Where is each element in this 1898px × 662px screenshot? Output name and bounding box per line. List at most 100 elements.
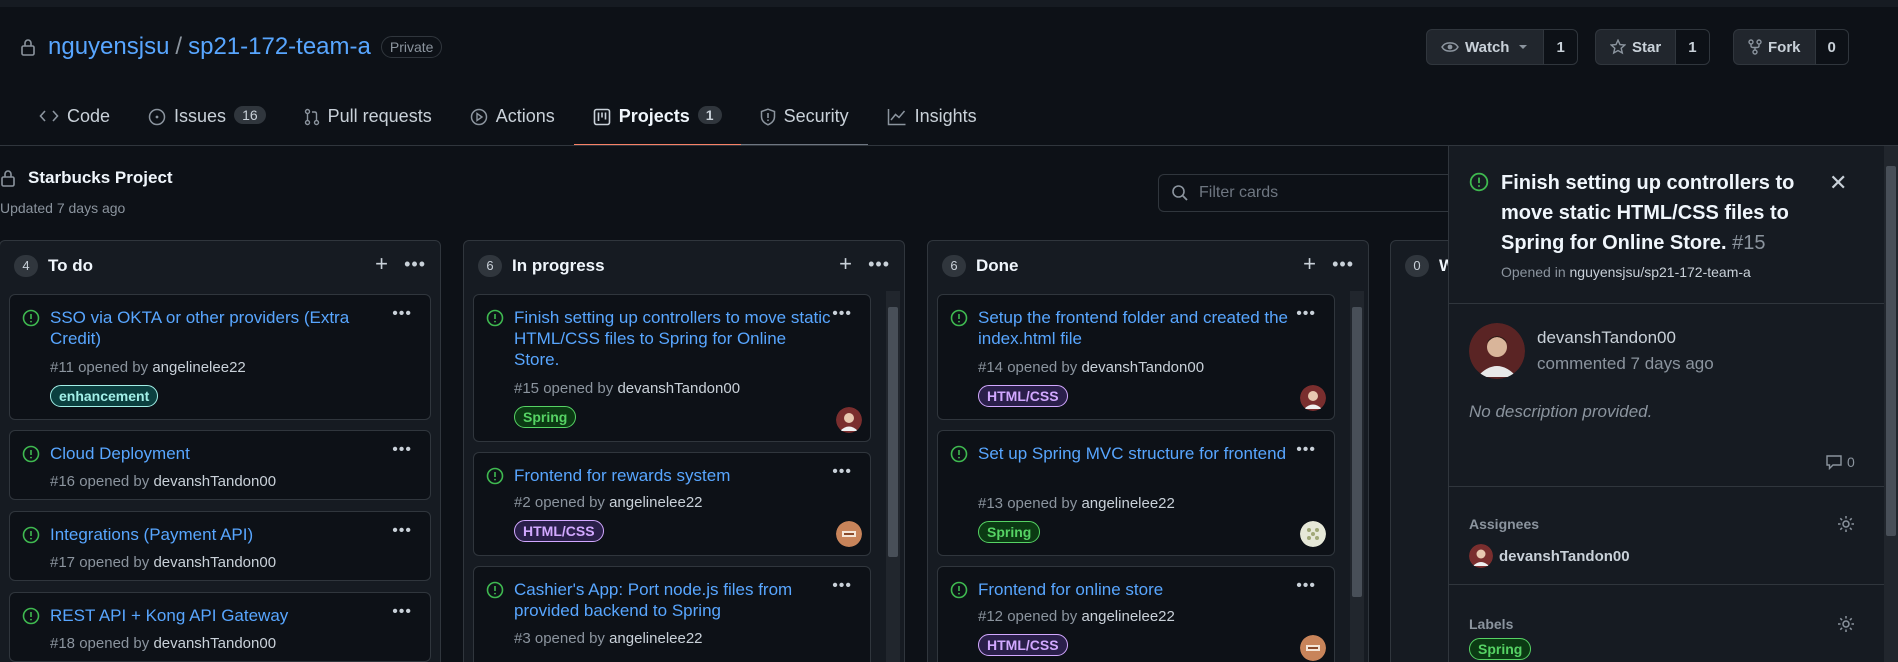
- scrollbar-thumb[interactable]: [888, 307, 898, 557]
- card-title[interactable]: Cloud Deployment: [50, 443, 190, 464]
- tab-code[interactable]: Code: [20, 96, 129, 146]
- card-author[interactable]: devanshTandon00: [153, 554, 276, 571]
- scrollbar-thumb[interactable]: [1352, 307, 1362, 597]
- projects-count-badge: 1: [697, 106, 722, 124]
- project-card[interactable]: SSO via OKTA or other providers (Extra C…: [9, 294, 431, 420]
- card-title[interactable]: REST API + Kong API Gateway: [50, 605, 288, 626]
- gear-icon[interactable]: [1837, 615, 1855, 633]
- card-title[interactable]: Setup the frontend folder and created th…: [978, 307, 1298, 349]
- add-card-icon[interactable]: +: [839, 253, 852, 275]
- card-meta: #17 opened by devanshTandon00: [50, 554, 276, 571]
- lock-icon: [21, 39, 35, 56]
- fork-button[interactable]: Fork: [1734, 30, 1815, 64]
- card-author[interactable]: angelinelee22: [1081, 495, 1174, 512]
- card-menu-icon[interactable]: •••: [832, 305, 852, 323]
- column-count: 0: [1405, 255, 1429, 277]
- issue-title[interactable]: Finish setting up controllers to move st…: [1501, 168, 1801, 258]
- label-badge[interactable]: Spring: [1469, 638, 1532, 660]
- card-title[interactable]: Frontend for online store: [978, 579, 1163, 600]
- card-author[interactable]: devanshTandon00: [153, 473, 276, 490]
- comment-author[interactable]: devanshTandon00: [1537, 328, 1676, 348]
- project-card[interactable]: Cashier's App: Port node.js files from p…: [473, 566, 871, 662]
- code-icon: [39, 110, 59, 122]
- card-menu-icon[interactable]: •••: [832, 463, 852, 481]
- comments-count[interactable]: 0: [1825, 454, 1855, 470]
- column-menu-icon[interactable]: •••: [868, 253, 890, 275]
- avatar[interactable]: [1300, 635, 1326, 661]
- gear-icon[interactable]: [1837, 515, 1855, 533]
- add-card-icon[interactable]: +: [375, 253, 388, 275]
- tab-insights[interactable]: Insights: [868, 96, 996, 146]
- column-menu-icon[interactable]: •••: [404, 253, 426, 275]
- project-card[interactable]: Frontend for rewards system ••• #2 opene…: [473, 452, 871, 556]
- card-title[interactable]: Integrations (Payment API): [50, 524, 253, 545]
- label-badge[interactable]: Spring: [514, 406, 577, 428]
- card-title[interactable]: Finish setting up controllers to move st…: [514, 307, 834, 370]
- label-badge[interactable]: Spring: [978, 521, 1041, 543]
- card-title[interactable]: Set up Spring MVC structure for frontend: [978, 443, 1298, 464]
- card-menu-icon[interactable]: •••: [1296, 441, 1316, 459]
- project-card[interactable]: Set up Spring MVC structure for frontend…: [937, 430, 1335, 556]
- watch-button[interactable]: Watch: [1427, 30, 1543, 64]
- card-author[interactable]: angelinelee22: [609, 630, 702, 647]
- label-badge[interactable]: HTML/CSS: [978, 634, 1068, 656]
- lock-icon: [1, 170, 15, 187]
- card-menu-icon[interactable]: •••: [392, 305, 412, 323]
- visibility-badge: Private: [380, 36, 443, 58]
- avatar[interactable]: [836, 407, 862, 433]
- add-card-icon[interactable]: +: [1303, 253, 1316, 275]
- card-author[interactable]: angelinelee22: [1081, 608, 1174, 625]
- assignee[interactable]: devanshTandon00: [1469, 544, 1630, 568]
- tab-pull-requests[interactable]: Pull requests: [285, 96, 451, 146]
- project-title: Starbucks Project: [0, 168, 173, 188]
- avatar[interactable]: [1300, 521, 1326, 547]
- tab-issues[interactable]: Issues 16: [129, 96, 285, 146]
- repo-name-link[interactable]: sp21-172-team-a: [188, 33, 371, 61]
- card-menu-icon[interactable]: •••: [392, 522, 412, 540]
- project-card[interactable]: Frontend for online store ••• #12 opened…: [937, 566, 1335, 662]
- card-title[interactable]: Cashier's App: Port node.js files from p…: [514, 579, 834, 621]
- column-scrollbar[interactable]: [1350, 291, 1364, 662]
- card-title[interactable]: Frontend for rewards system: [514, 465, 730, 486]
- column-menu-icon[interactable]: •••: [1332, 253, 1354, 275]
- filter-cards-input[interactable]: [1199, 184, 1419, 202]
- project-card[interactable]: Integrations (Payment API) ••• #17 opene…: [9, 511, 431, 581]
- label-badge[interactable]: HTML/CSS: [514, 520, 604, 542]
- card-author[interactable]: angelinelee22: [152, 359, 245, 376]
- project-card[interactable]: REST API + Kong API Gateway ••• #18 open…: [9, 592, 431, 662]
- tab-actions[interactable]: Actions: [451, 96, 574, 146]
- card-title[interactable]: SSO via OKTA or other providers (Extra C…: [50, 307, 380, 349]
- card-menu-icon[interactable]: •••: [1296, 577, 1316, 595]
- label-badge[interactable]: HTML/CSS: [978, 385, 1068, 407]
- card-menu-icon[interactable]: •••: [1296, 305, 1316, 323]
- card-menu-icon[interactable]: •••: [392, 603, 412, 621]
- comment-icon: [1826, 455, 1842, 470]
- card-meta: #2 opened by angelinelee22: [514, 494, 703, 511]
- tab-projects[interactable]: Projects 1: [573, 96, 741, 146]
- watch-count[interactable]: 1: [1543, 30, 1577, 64]
- project-card[interactable]: Cloud Deployment ••• #16 opened by devan…: [9, 430, 431, 500]
- opened-repo-link[interactable]: nguyensjsu/sp21-172-team-a: [1570, 264, 1751, 280]
- avatar[interactable]: [1469, 323, 1525, 379]
- card-author[interactable]: devanshTandon00: [617, 380, 740, 397]
- scrollbar-thumb[interactable]: [1886, 166, 1896, 536]
- card-author[interactable]: devanshTandon00: [153, 635, 276, 652]
- panel-scrollbar[interactable]: [1884, 146, 1898, 662]
- project-card[interactable]: Finish setting up controllers to move st…: [473, 294, 871, 442]
- avatar[interactable]: [1300, 385, 1326, 411]
- label-badge[interactable]: enhancement: [50, 385, 159, 407]
- avatar[interactable]: [836, 521, 862, 547]
- card-meta: #16 opened by devanshTandon00: [50, 473, 276, 490]
- card-menu-icon[interactable]: •••: [832, 577, 852, 595]
- star-button[interactable]: Star: [1596, 30, 1675, 64]
- card-author[interactable]: angelinelee22: [609, 494, 702, 511]
- star-count[interactable]: 1: [1675, 30, 1709, 64]
- tab-security[interactable]: Security: [740, 96, 868, 146]
- column-scrollbar[interactable]: [886, 291, 900, 662]
- close-icon[interactable]: ✕: [1829, 170, 1847, 196]
- card-menu-icon[interactable]: •••: [392, 441, 412, 459]
- repo-owner-link[interactable]: nguyensjsu: [48, 33, 169, 61]
- project-card[interactable]: Setup the frontend folder and created th…: [937, 294, 1335, 420]
- fork-count[interactable]: 0: [1814, 30, 1848, 64]
- card-author[interactable]: devanshTandon00: [1081, 359, 1204, 376]
